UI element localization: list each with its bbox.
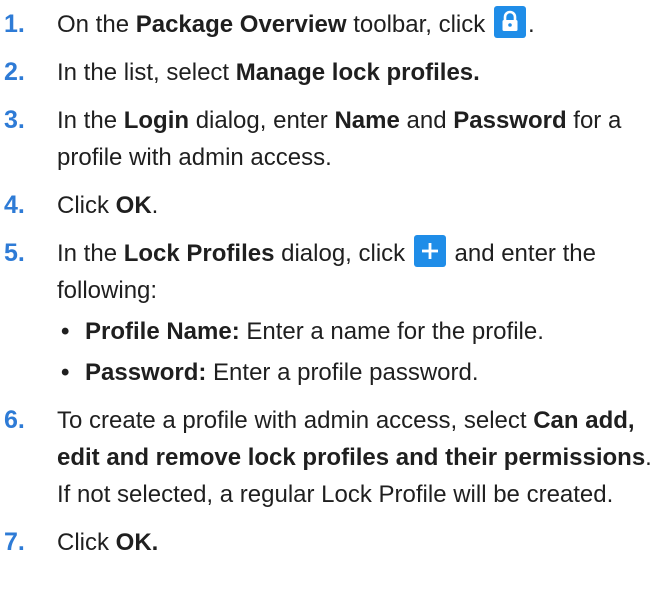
field-description: Enter a profile password. bbox=[206, 359, 479, 386]
step-text: In the bbox=[57, 240, 124, 267]
step-number: 4. bbox=[4, 191, 25, 219]
step-bold-text: OK bbox=[115, 192, 152, 219]
lock-icon bbox=[493, 6, 526, 38]
step-bold-text: Name bbox=[334, 107, 400, 134]
step-5: 5. In the Lock Profiles dialog, click and… bbox=[0, 235, 658, 391]
step-3: 3. In the Login dialog, enter Name and Pa… bbox=[0, 102, 658, 176]
step-text: In the bbox=[57, 107, 124, 134]
list-item: • Password: Enter a profile password. bbox=[57, 354, 658, 391]
step-1: 1. On the Package Overview toolbar, click… bbox=[0, 6, 658, 43]
step-number: 6. bbox=[4, 406, 25, 434]
step-bold-text: Password bbox=[453, 107, 567, 134]
step-text: and bbox=[399, 107, 454, 134]
field-description: Enter a name for the profile. bbox=[239, 318, 544, 345]
step-text: dialog, enter bbox=[189, 107, 335, 134]
step-bold-text: OK. bbox=[115, 529, 159, 556]
step-number: 7. bbox=[4, 528, 25, 556]
step-text: toolbar, click bbox=[346, 11, 492, 38]
instruction-steps: 1. On the Package Overview toolbar, click… bbox=[0, 0, 658, 561]
step-2: 2. In the list, select Manage lock profil… bbox=[0, 54, 658, 91]
step-text: . bbox=[527, 11, 535, 38]
field-label: Profile Name: bbox=[85, 318, 240, 345]
step-number: 2. bbox=[4, 58, 25, 86]
step-number: 1. bbox=[4, 10, 25, 38]
step-7: 7. Click OK. bbox=[0, 524, 658, 561]
step-text: Click bbox=[57, 192, 116, 219]
step-4: 4. Click OK. bbox=[0, 187, 658, 224]
step-number: 5. bbox=[4, 239, 25, 267]
step-text: On the bbox=[57, 11, 136, 38]
step-bold-text: Login bbox=[123, 107, 190, 134]
step-text: To create a profile with admin access, s… bbox=[57, 407, 534, 434]
field-label: Password: bbox=[85, 359, 207, 386]
step-bold-text: Lock Profiles bbox=[123, 240, 275, 267]
step-text: dialog, click bbox=[274, 240, 412, 267]
step-bold-text: Manage lock profiles. bbox=[235, 59, 480, 86]
step-bold-text: Package Overview bbox=[135, 11, 347, 38]
plus-icon bbox=[413, 235, 446, 267]
step-number: 3. bbox=[4, 106, 25, 134]
step-text: In the list, select bbox=[57, 59, 236, 86]
field-list: • Profile Name: Enter a name for the prof… bbox=[57, 313, 658, 391]
list-item: • Profile Name: Enter a name for the prof… bbox=[57, 313, 658, 350]
bullet: • bbox=[61, 359, 70, 386]
bullet: • bbox=[61, 318, 70, 345]
step-text: . bbox=[151, 192, 159, 219]
step-text: Click bbox=[57, 529, 116, 556]
step-6: 6. To create a profile with admin access,… bbox=[0, 402, 658, 513]
